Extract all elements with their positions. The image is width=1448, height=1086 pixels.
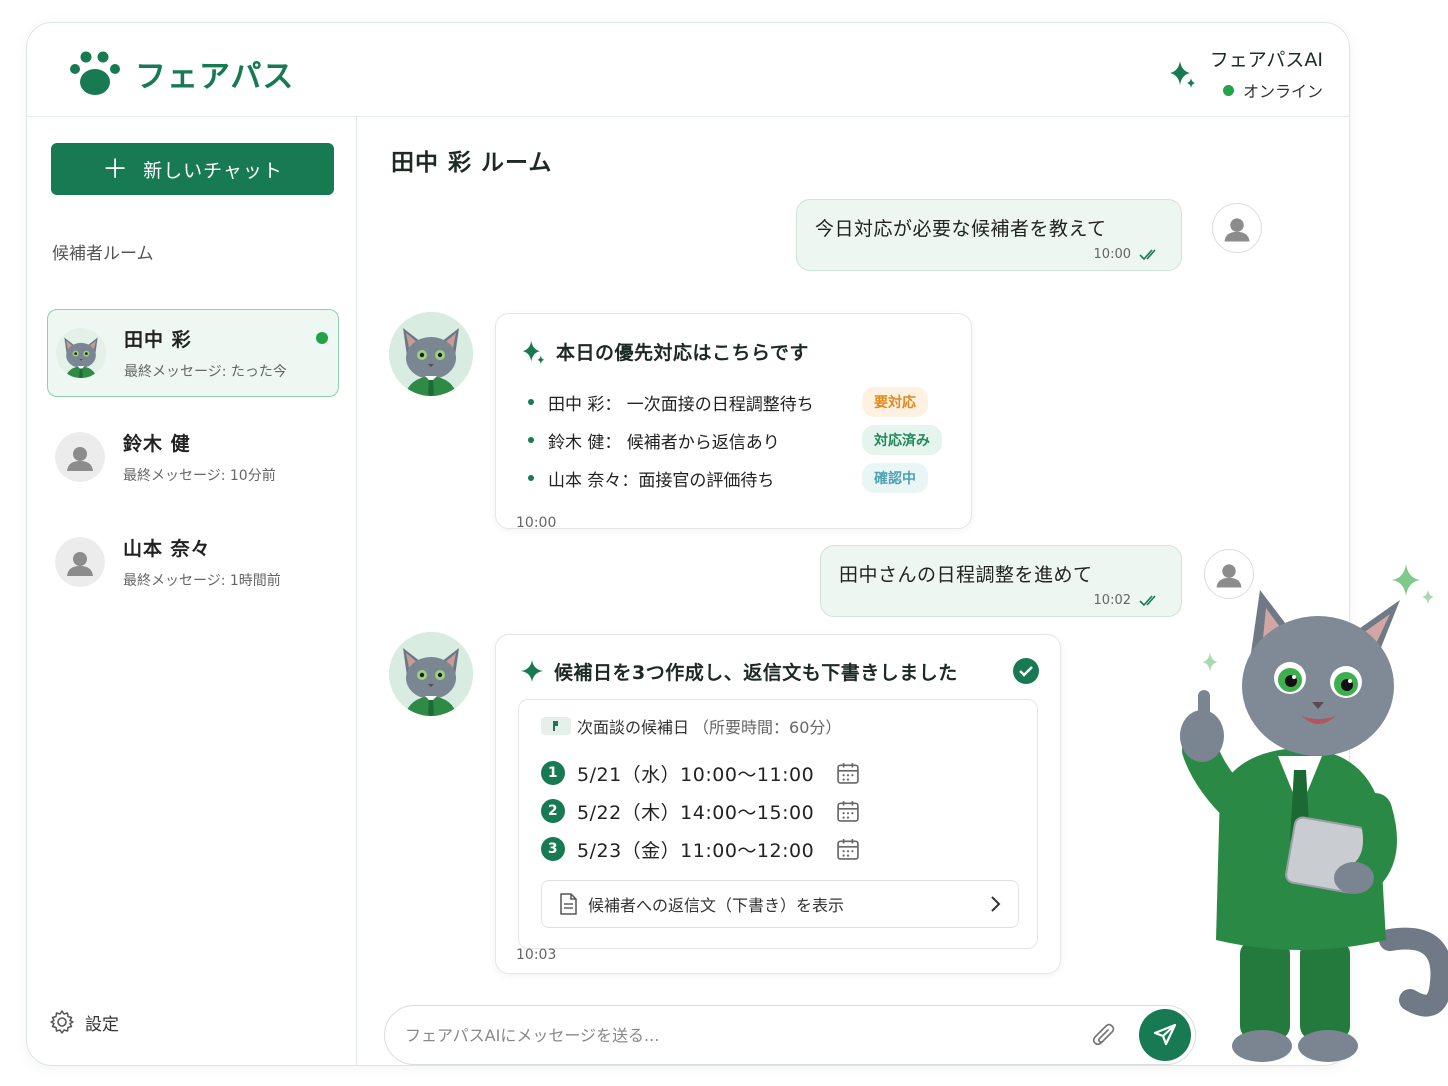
list-item-text: 田中 彩： 一次面接の日程調整待ち [548,394,814,415]
chevron-right-icon [991,896,1001,912]
slot-text: 5/22（木）14:00〜15:00 [577,801,815,824]
time-slot[interactable]: 3 5/23（金）11:00〜12:00 [541,830,1019,868]
cat-avatar-icon [56,328,106,378]
document-icon [560,893,577,915]
sidebar-room-suzuki[interactable]: 鈴木 健 最終メッセージ: 10分前 [47,413,339,501]
user-message: 今日対応が必要な候補者を教えて 10:00 [796,199,1182,271]
new-chat-label: 新しいチャット [143,160,283,182]
status-badge: 確認中 [862,463,928,493]
schedule-duration: （所要時間：60分） [693,718,842,737]
card-title: 候補日を3つ作成し、返信文も下書きしました [554,661,958,684]
slot-text: 5/23（金）11:00〜12:00 [577,839,815,862]
sidebar-room-tanaka[interactable]: 田中 彩 最終メッセージ: たった今 [47,309,339,397]
slot-number: 2 [541,799,565,823]
room-last-message: 最終メッセージ: たった今 [124,364,287,380]
message-composer [384,1005,1196,1065]
cat-badge-icon [541,717,571,735]
settings-label: 設定 [85,1014,119,1035]
priority-list: 田中 彩： 一次面接の日程調整待ち 要対応 鈴木 健： 候補者から返信あり 対応… [520,383,947,497]
new-chat-button[interactable]: ＋ 新しいチャット [51,143,334,195]
double-check-icon [1139,248,1156,260]
online-dot-icon [1222,84,1234,96]
status-badge: 対応済み [862,425,942,455]
slot-text: 5/21（水）10:00〜11:00 [577,763,815,786]
time-slot[interactable]: 1 5/21（水）10:00〜11:00 [541,754,1019,792]
priority-card: 本日の優先対応はこちらです 田中 彩： 一次面接の日程調整待ち 要対応 鈴木 健… [495,313,972,531]
calendar-icon[interactable] [837,800,859,822]
message-time: 10:02 [1093,593,1131,608]
schedule-card: 候補日を3つ作成し、返信文も下書きしました 次面談の候補日 （所要時間：60分） [495,634,1061,974]
view-draft-button[interactable]: 候補者への返信文（下書き）を表示 [541,880,1019,928]
calendar-icon[interactable] [837,838,859,860]
online-status: オンライン [1210,78,1323,102]
cat-mascot-illustration [1180,564,1448,1062]
gear-icon [50,1010,74,1034]
bullet [528,399,534,405]
room-name: 鈴木 健 [123,433,191,455]
bot-cat-avatar-icon [389,312,473,396]
paw-logo-icon [70,51,120,95]
bullet [528,475,534,481]
bullet [528,437,534,443]
unread-dot-icon [316,332,328,344]
schedule-heading: 次面談の候補日 [577,718,690,737]
view-draft-label: 候補者への返信文（下書き）を表示 [588,896,845,915]
slot-number: 1 [541,761,565,785]
calendar-icon[interactable] [837,762,859,784]
message-time: 10:00 [516,515,557,531]
schedule-box: 次面談の候補日 （所要時間：60分） 1 5/21（水）10:00〜11:00 … [518,699,1038,949]
user-avatar-icon [55,432,105,482]
settings-button[interactable]: 設定 [49,1009,119,1035]
user-avatar-icon [1212,203,1262,253]
schedule-header: 次面談の候補日 （所要時間：60分） [541,714,1019,738]
list-item: 田中 彩： 一次面接の日程調整待ち 要対応 [520,383,947,421]
card-title: 本日の優先対応はこちらです [556,342,809,364]
plus-icon: ＋ [102,154,130,184]
online-status-label: オンライン [1242,82,1323,101]
brand-logo[interactable]: フェアパス [67,49,294,97]
sparkle-icon [521,660,543,682]
sidebar-room-yamamoto[interactable]: 山本 奈々 最終メッセージ: 1時間前 [47,518,339,606]
message-text: 今日対応が必要な候補者を教えて [815,218,1107,240]
list-item: 鈴木 健： 候補者から返信あり 対応済み [520,421,947,459]
user-avatar-icon [55,537,105,587]
room-name: 田中 彩 [124,329,192,351]
sidebar: ＋ 新しいチャット 候補者ルーム 田中 彩 最終メッセージ: たった今 鈴木 健… [27,117,357,1065]
sparkle-icon [522,340,545,364]
time-slot[interactable]: 2 5/22（木）14:00〜15:00 [541,792,1019,830]
room-last-message: 最終メッセージ: 10分前 [123,468,276,484]
paperclip-icon[interactable] [1091,1021,1117,1049]
message-time: 10:03 [516,947,557,963]
sparkle-icon [1169,60,1195,88]
slot-number: 3 [541,837,565,861]
top-header: フェアパス フェアパスAI オンライン [27,23,1349,117]
list-item: 山本 奈々：面接官の評価待ち 確認中 [520,459,947,497]
room-name: 山本 奈々 [123,538,211,560]
list-item-text: 鈴木 健： 候補者から返信あり [548,432,780,453]
message-text: 田中さんの日程調整を進めて [839,564,1093,586]
section-label: 候補者ルーム [52,244,154,264]
brand-name: フェアパス [135,58,295,95]
ai-status: フェアパスAI オンライン [1168,45,1323,102]
user-message: 田中さんの日程調整を進めて 10:02 [820,545,1182,617]
list-item-text: 山本 奈々：面接官の評価待ち [548,470,775,491]
room-title: 田中 彩 ルーム [391,150,553,176]
ai-name: フェアパスAI [1209,49,1323,71]
room-last-message: 最終メッセージ: 1時間前 [123,573,281,589]
message-input[interactable] [405,1025,1091,1045]
check-circle-icon [1013,658,1039,684]
status-badge: 要対応 [862,387,928,417]
bot-cat-avatar-icon [389,632,473,716]
message-time: 10:00 [1093,247,1131,262]
